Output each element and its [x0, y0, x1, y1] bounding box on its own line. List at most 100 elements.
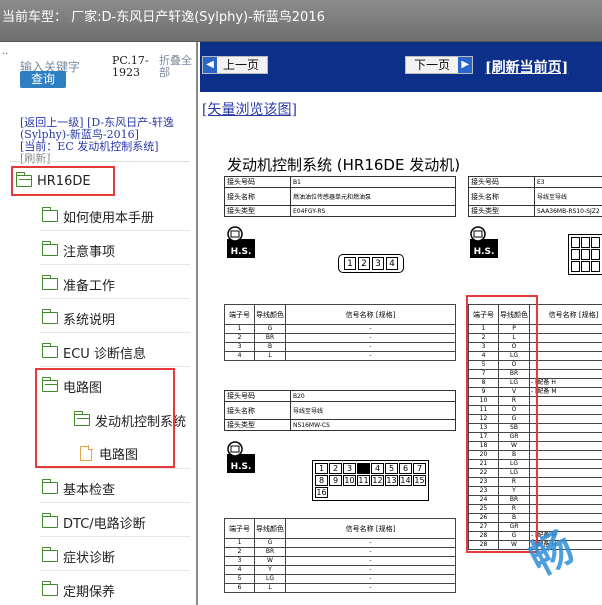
vector-browse-link[interactable]: [矢量浏览该图] — [202, 99, 297, 119]
pin-signal — [529, 450, 602, 460]
pin-color: B — [254, 342, 286, 352]
pin-number: 4 — [224, 351, 255, 361]
search-button[interactable]: 查询 — [20, 71, 66, 88]
spec-value: 导线至导线 — [290, 401, 456, 420]
fold-all-button[interactable]: 折叠全部 — [159, 55, 196, 79]
connector-pin: 15 — [413, 475, 426, 486]
pin-color: Y — [254, 565, 286, 575]
divider — [40, 502, 190, 503]
pin-signal: - — [285, 547, 456, 557]
pin-table: 端子号 导线颜色 信号名称 [规格] 1G- 2 BR - 3B- 4L- — [224, 304, 456, 361]
tree-item-label: 准备工作 — [63, 278, 116, 294]
pin-signal: - — [285, 565, 456, 575]
pin-signal — [529, 333, 602, 343]
connector-pin: 1 — [315, 463, 328, 474]
column-header: 信号名称 [规格] — [285, 518, 456, 539]
folder-icon — [41, 513, 58, 528]
table-row: 4L- — [224, 351, 456, 361]
tree-item-ecu-diagnosis[interactable]: ECU 诊断信息 — [41, 341, 146, 363]
connector-pin: 10 — [343, 475, 356, 486]
tree-item-basic-inspection[interactable]: 基本检查 — [41, 477, 115, 499]
back-link[interactable]: [返回上一级] [D-东风日产-轩逸(Sylphy)-新蓝鸟-2016] — [20, 117, 196, 141]
folder-icon — [41, 581, 58, 596]
next-page-button[interactable]: 下一页 ▶ — [405, 56, 473, 74]
pin-signal — [529, 423, 602, 433]
table-row: 5 LG - — [224, 574, 456, 584]
connector-pin: 11 — [357, 475, 370, 486]
highlight-box — [35, 368, 175, 468]
column-header: 信号名称 [规格] — [285, 304, 456, 325]
window-title: 当前车型： 厂家:D-东风日产轩逸(Sylphy)-新蓝鸟2016 — [2, 10, 325, 25]
page-toolbar: ◀ 上一页 下一页 ▶ [刷新当前页] — [200, 42, 602, 92]
spec-value: 燃油油位传感器单元和燃油泵 — [290, 187, 456, 206]
spec-value: NS16MW-CS — [290, 419, 456, 431]
pin-number: 3 — [224, 342, 255, 352]
pin-signal — [529, 351, 602, 361]
tree-item-manual[interactable]: 如何使用本手册 — [41, 205, 155, 227]
pin-signal — [529, 342, 602, 352]
connector-diagram — [568, 234, 602, 275]
connector-pin: 2 — [329, 463, 342, 474]
hs-label: H.S. — [474, 247, 495, 257]
refresh-page-link[interactable]: [刷新当前页] — [485, 57, 568, 77]
spec-value: B1 — [290, 176, 456, 188]
pin-signal: - — [285, 342, 456, 352]
connector-diagram: 1 2 3 4 — [338, 254, 404, 273]
arrow-left-icon: ◀ — [203, 57, 217, 73]
pin-signal — [529, 459, 602, 469]
connector-pin: 5 — [385, 463, 398, 474]
pin-signal — [529, 396, 602, 406]
collapse-handle[interactable]: .. — [2, 46, 8, 57]
refresh-link[interactable]: [刷新] — [20, 153, 196, 165]
pin-number: 3 — [224, 556, 255, 566]
pin-signal: - [配备 M — [529, 387, 602, 397]
tree-item-precautions[interactable]: 注意事项 — [41, 239, 116, 261]
pin-number: 6 — [224, 583, 255, 593]
tree-item-maintenance[interactable]: 定期保养 — [41, 579, 116, 601]
prev-page-button[interactable]: ◀ 上一页 — [202, 56, 268, 74]
table-row: 1G- — [224, 324, 456, 334]
folder-icon — [41, 479, 58, 494]
tree-item-system-description[interactable]: 系统说明 — [41, 307, 116, 329]
spec-value: 导线至导线 — [534, 187, 602, 206]
sidebar: .. 输入关键字 查询 PC.17-1923 折叠全部 [返回上一级] [D-东… — [0, 42, 198, 605]
pin-color: L — [254, 351, 286, 361]
tree-item-preparation[interactable]: 准备工作 — [41, 273, 116, 295]
divider — [40, 366, 190, 367]
document-title: 发动机控制系统 (HR16DE 发动机) — [227, 156, 461, 174]
breadcrumb: [返回上一级] [D-东风日产-轩逸(Sylphy)-新蓝鸟-2016] [当前… — [20, 117, 196, 165]
highlight-box — [11, 166, 115, 196]
connector-pin: 9 — [329, 475, 342, 486]
folder-icon — [41, 343, 58, 358]
tree-item-label: 系统说明 — [63, 312, 116, 328]
connector-pin: 8 — [315, 475, 328, 486]
connector-spec-table: 接头号码 B20 接头名称 导线至导线 接头类型 NS16MW-CS — [224, 390, 456, 431]
tree-item-dtc-diagnosis[interactable]: DTC/电路诊断 — [41, 511, 146, 533]
pin-number: 5 — [224, 574, 255, 584]
pin-number: 1 — [224, 324, 255, 334]
hs-label: H.S. — [231, 247, 252, 257]
next-page-label: 下一页 — [414, 58, 451, 72]
column-header: 端子号 — [224, 304, 255, 325]
pin-signal — [529, 486, 602, 496]
tree-item-label: 症状诊断 — [63, 550, 116, 566]
spec-key: 接头名称 — [468, 187, 535, 206]
pin-signal — [529, 477, 602, 487]
divider — [40, 468, 190, 469]
spec-key: 接头类型 — [224, 205, 291, 217]
spec-key: 接头类型 — [224, 419, 291, 431]
connector-pin: 12 — [371, 475, 384, 486]
pin-signal: - — [285, 583, 456, 593]
title-bar: 当前车型： 厂家:D-东风日产轩逸(Sylphy)-新蓝鸟2016 — [0, 0, 602, 42]
divider — [10, 161, 190, 162]
table-row: 4Y- — [224, 565, 456, 575]
pc-code: PC.17-1923 — [112, 54, 149, 79]
tree-item-label: 定期保养 — [63, 584, 116, 600]
tree-item-label: 注意事项 — [63, 244, 116, 260]
pin-signal — [529, 360, 602, 370]
pin-number: 4 — [224, 565, 255, 575]
tree-item-symptom-diagnosis[interactable]: 症状诊断 — [41, 545, 116, 567]
spec-value: E04FGY-RS — [290, 205, 456, 217]
tree-item-label: 如何使用本手册 — [63, 210, 155, 226]
pin-signal: - — [285, 556, 456, 566]
